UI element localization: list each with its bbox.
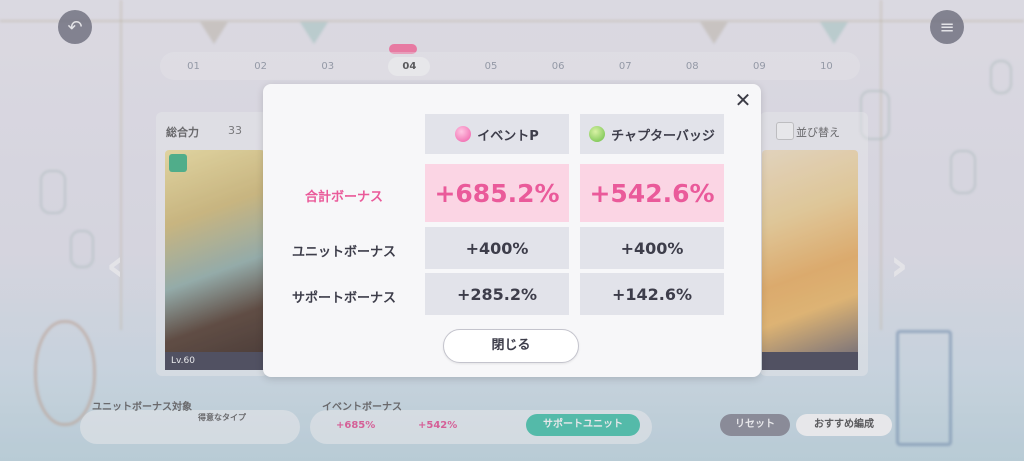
close-button[interactable]: 閉じる	[443, 329, 579, 363]
column-header-label: チャプターバッジ	[611, 128, 715, 144]
support-bonus-chapter-badge: +142.6%	[580, 273, 724, 315]
unit-bonus-label: ユニットボーナス	[291, 245, 396, 260]
unit-bonus-event-p: +400%	[425, 227, 569, 269]
event-point-icon	[455, 126, 472, 142]
close-icon[interactable]: ✕	[731, 88, 755, 112]
column-header-label: イベントP	[477, 128, 539, 144]
chapter-badge-icon	[589, 126, 606, 142]
column-header-event-p: イベントP	[425, 114, 569, 154]
total-bonus-label: 合計ボーナス	[304, 190, 383, 205]
column-header-chapter-badge: チャプターバッジ	[580, 114, 724, 154]
bonus-detail-dialog: ✕ イベントP チャプターバッジ 合計ボーナス +685.2% +542.6% …	[263, 84, 761, 377]
unit-bonus-chapter-badge: +400%	[580, 227, 724, 269]
total-bonus-event-p: +685.2%	[425, 164, 569, 222]
support-bonus-label: サポートボーナス	[291, 291, 396, 306]
total-bonus-chapter-badge: +542.6%	[580, 164, 724, 222]
support-bonus-event-p: +285.2%	[425, 273, 569, 315]
